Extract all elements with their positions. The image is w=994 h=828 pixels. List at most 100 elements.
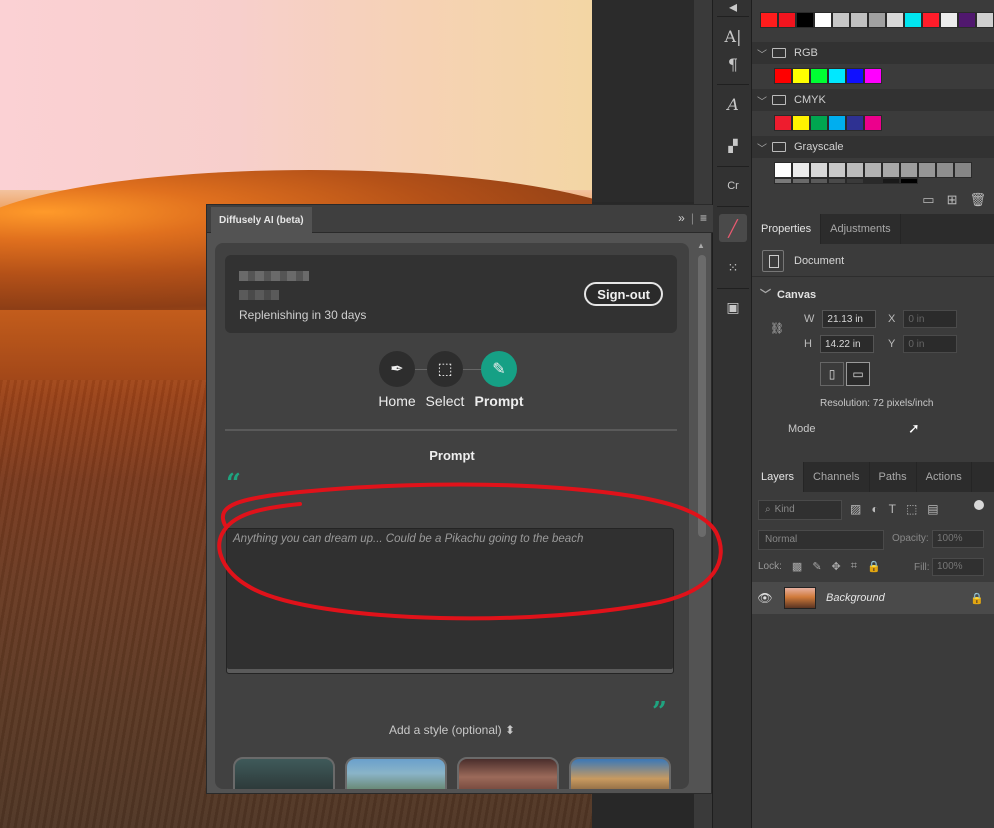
type-filter-icon[interactable]: T <box>889 502 896 516</box>
swatch[interactable] <box>846 178 864 184</box>
tab-layers[interactable]: Layers <box>752 462 805 492</box>
swatch[interactable] <box>832 12 850 28</box>
tab-properties[interactable]: Properties <box>752 214 822 244</box>
swatch[interactable] <box>846 115 864 131</box>
signout-button[interactable]: Sign-out <box>584 282 663 306</box>
tab-actions[interactable]: Actions <box>917 462 972 492</box>
swatch-group-grayscale[interactable]: ﹀ Grayscale <box>752 136 994 158</box>
swatch[interactable] <box>810 178 828 184</box>
swatch-group-rgb[interactable]: ﹀ RGB <box>752 42 994 64</box>
swatch[interactable] <box>846 68 864 84</box>
swatch[interactable] <box>882 178 900 184</box>
blend-mode-select[interactable]: Normal <box>758 530 884 550</box>
swatch[interactable] <box>792 178 810 184</box>
style-thumbnail[interactable] <box>457 757 559 789</box>
swatch[interactable] <box>792 162 810 178</box>
tab-channels[interactable]: Channels <box>804 462 870 492</box>
swatch[interactable] <box>864 115 882 131</box>
swatch[interactable] <box>850 12 868 28</box>
lock-paint-icon[interactable]: ✎ <box>812 560 821 573</box>
swatch[interactable] <box>900 178 918 184</box>
swatch[interactable] <box>900 162 918 178</box>
swatch[interactable] <box>936 162 954 178</box>
style-thumbnail[interactable] <box>345 757 447 789</box>
lock-icon[interactable]: 🔒 <box>970 592 984 605</box>
swatch[interactable] <box>922 12 940 28</box>
swatch[interactable] <box>778 12 796 28</box>
swatch[interactable] <box>810 115 828 131</box>
plugin-tab[interactable]: Diffusely AI (beta) <box>211 207 312 233</box>
swatch[interactable] <box>864 178 882 184</box>
opacity-input[interactable]: 100% <box>932 530 984 548</box>
swatch[interactable] <box>886 12 904 28</box>
pen-icon[interactable]: ✎ <box>481 351 517 387</box>
chevron-down-icon[interactable]: ﹀ <box>760 289 771 301</box>
swatch[interactable] <box>954 162 972 178</box>
swatch[interactable] <box>828 68 846 84</box>
canvas-section-header[interactable]: ﹀ Canvas <box>760 286 816 302</box>
swatch[interactable] <box>882 162 900 178</box>
swatch[interactable] <box>958 12 976 28</box>
swatch[interactable] <box>828 115 846 131</box>
fill-input[interactable]: 100% <box>932 558 984 576</box>
swatch[interactable] <box>846 162 864 178</box>
y-input[interactable] <box>903 335 958 353</box>
swatch[interactable] <box>868 12 886 28</box>
swatch[interactable] <box>810 162 828 178</box>
link-dimensions-icon[interactable]: ⛓ <box>770 322 784 335</box>
trash-icon[interactable]: 🗑 <box>969 192 986 208</box>
swatch[interactable] <box>810 68 828 84</box>
swatch[interactable] <box>792 68 810 84</box>
plugin-panel-icon[interactable]: ▞ <box>719 132 747 160</box>
swatch[interactable] <box>774 162 792 178</box>
swatch[interactable] <box>976 12 994 28</box>
chevron-down-icon[interactable]: ﹀ <box>752 46 772 61</box>
style-thumbnail[interactable] <box>233 757 335 789</box>
swatch[interactable] <box>814 12 832 28</box>
selection-cursor-icon[interactable]: ⬚ <box>427 351 463 387</box>
step-home[interactable]: ✒ Home <box>372 351 422 409</box>
lock-artboard-icon[interactable]: ⌗ <box>851 560 857 573</box>
swatch[interactable] <box>864 162 882 178</box>
scroll-up-icon[interactable]: ▲ <box>697 241 705 250</box>
new-group-folder-icon[interactable]: ▭ <box>922 192 934 208</box>
paragraph-panel-icon[interactable]: ¶ <box>719 50 747 78</box>
style-thumbnail[interactable] <box>569 757 671 789</box>
chevron-down-icon[interactable]: ﹀ <box>752 93 772 108</box>
swatch[interactable] <box>760 12 778 28</box>
tab-adjustments[interactable]: Adjustments <box>821 214 901 244</box>
scrollbar-thumb[interactable] <box>698 255 706 537</box>
layer-kind-filter[interactable]: ⌕ Kind <box>758 500 842 520</box>
swatch[interactable] <box>864 68 882 84</box>
swatch[interactable] <box>904 12 922 28</box>
image-filter-icon[interactable]: ▨ <box>850 502 861 516</box>
layer-name[interactable]: Background <box>826 592 885 604</box>
hamburger-menu-icon[interactable]: ≡ <box>700 211 707 225</box>
plugin-scrollbar[interactable]: ▲ <box>696 241 706 789</box>
height-input[interactable] <box>819 335 874 353</box>
width-input[interactable] <box>822 310 877 328</box>
x-input[interactable] <box>903 310 958 328</box>
swatch[interactable] <box>774 115 792 131</box>
layer-row[interactable]: 👁 Background 🔒 <box>752 582 994 614</box>
tab-paths[interactable]: Paths <box>870 462 917 492</box>
brush-icon[interactable]: ✒ <box>379 351 415 387</box>
landscape-orientation-icon[interactable]: ▭ <box>846 362 870 386</box>
chevron-down-icon[interactable]: ﹀ <box>752 140 772 155</box>
swatch[interactable] <box>828 162 846 178</box>
swatch[interactable] <box>774 68 792 84</box>
swatch[interactable] <box>796 12 814 28</box>
smart-object-filter-icon[interactable]: ▤ <box>927 502 938 516</box>
swatch[interactable] <box>792 115 810 131</box>
add-style-link[interactable]: Add a style (optional) ⬍ <box>215 723 689 737</box>
glyphs-panel-icon[interactable]: A <box>719 90 747 118</box>
book-panel-icon[interactable]: ▣ <box>719 294 747 322</box>
swatch-group-cmyk[interactable]: ﹀ CMYK <box>752 89 994 111</box>
character-panel-icon[interactable]: A| <box>719 22 747 50</box>
collapse-arrow-icon[interactable]: ◂ <box>719 0 747 20</box>
swatch[interactable] <box>940 12 958 28</box>
portrait-orientation-icon[interactable]: ▯ <box>820 362 844 386</box>
swatch[interactable] <box>774 178 792 184</box>
shape-filter-icon[interactable]: ⬚ <box>906 502 917 516</box>
swatch[interactable] <box>828 178 846 184</box>
